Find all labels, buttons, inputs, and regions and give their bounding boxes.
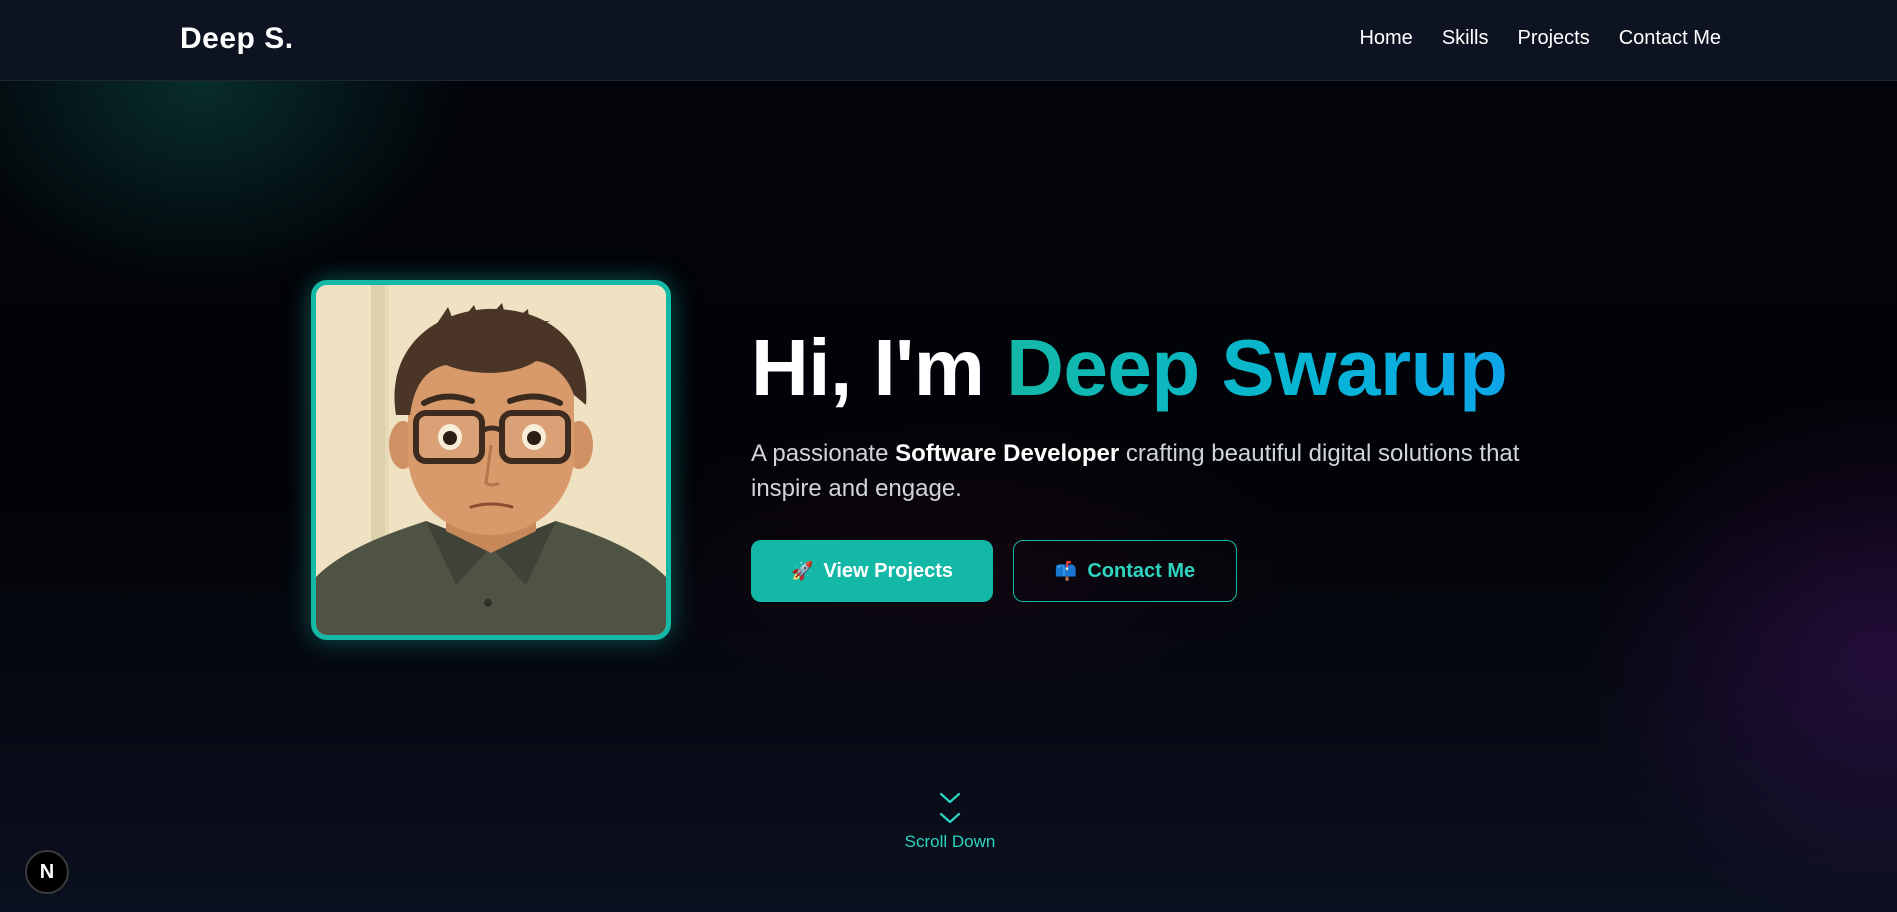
hero-actions: 🚀 View Projects 📫 Contact Me xyxy=(751,540,1237,602)
hero-tagline: A passionate Software Developer crafting… xyxy=(751,436,1581,506)
contact-me-label: Contact Me xyxy=(1087,559,1196,582)
view-projects-button[interactable]: 🚀 View Projects xyxy=(751,540,993,602)
brand-logo[interactable]: Deep S. xyxy=(180,22,294,56)
nav-contact[interactable]: Contact Me xyxy=(1619,27,1721,50)
nav-home[interactable]: Home xyxy=(1359,27,1412,50)
hero-name: Deep Swarup xyxy=(1006,323,1508,412)
rocket-icon: 🚀 xyxy=(790,560,814,581)
nextjs-letter: N xyxy=(39,860,55,883)
scroll-down-indicator[interactable]: Scroll Down xyxy=(880,790,1020,852)
top-navbar: Deep S. Home Skills Projects Contact Me xyxy=(0,0,1897,81)
mailbox-icon: 📫 xyxy=(1054,560,1078,581)
avatar xyxy=(316,285,666,635)
scroll-down-label: Scroll Down xyxy=(904,832,996,851)
tagline-prefix: A passionate xyxy=(751,440,896,467)
hero-intro: Hi, I'm Deep Swarup A passionate Softwar… xyxy=(751,318,1611,506)
nav-skills[interactable]: Skills xyxy=(1442,27,1489,50)
double-chevron-down-icon xyxy=(939,792,961,824)
tagline-role: Software Developer xyxy=(895,440,1120,467)
main-nav: Home Skills Projects Contact Me xyxy=(1359,27,1721,50)
contact-me-button[interactable]: 📫 Contact Me xyxy=(1013,540,1237,602)
hero-greeting: Hi, I'm xyxy=(751,323,1007,412)
hero-heading: Hi, I'm Deep Swarup xyxy=(751,318,1611,418)
nav-projects[interactable]: Projects xyxy=(1517,27,1589,50)
nextjs-icon[interactable]: N xyxy=(25,850,69,894)
view-projects-label: View Projects xyxy=(823,559,954,582)
profile-portrait xyxy=(311,280,671,640)
